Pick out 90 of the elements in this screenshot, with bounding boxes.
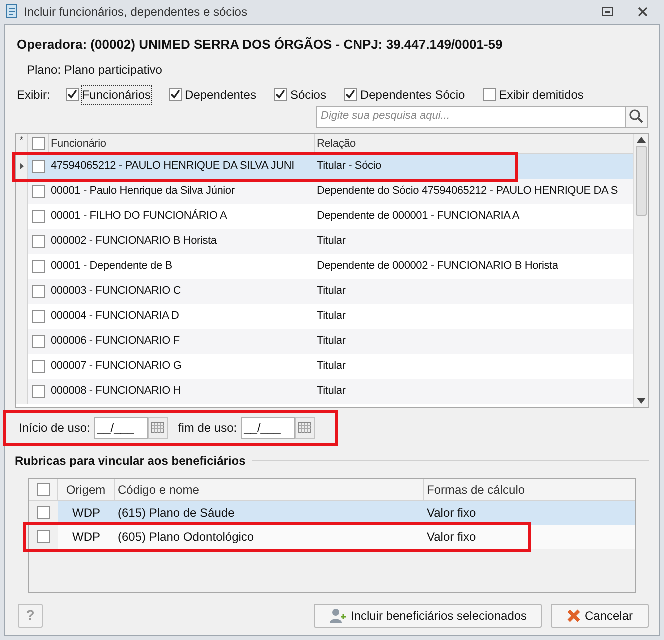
origin-cell-text: WDP bbox=[72, 504, 102, 522]
relation-cell: Titular bbox=[317, 384, 346, 397]
employee-row[interactable]: 000007 - FUNCIONARIO G Titular bbox=[16, 354, 633, 378]
checkbox[interactable] bbox=[274, 88, 288, 101]
employee-row[interactable]: 00001 - Dependente de B Dependente de 000002 - FUNCIONARIO B Horista bbox=[16, 254, 633, 278]
relation-cell: Titular bbox=[317, 360, 346, 372]
close-icon[interactable] bbox=[638, 7, 648, 17]
checkbox[interactable] bbox=[32, 384, 45, 398]
employee-name: 000008 - FUNCIONARIO H bbox=[51, 384, 182, 397]
employee-name: 47594065212 - PAULO HENRIQUE DA SILVA JUNI bbox=[51, 160, 294, 172]
row-pointer-icon bbox=[20, 162, 24, 170]
date-label: fim de uso: bbox=[178, 420, 238, 436]
employee-name: 000003 - FUNCIONARIO C bbox=[51, 284, 182, 297]
checkbox[interactable] bbox=[32, 360, 45, 372]
plano-label: Plano: Plano participativo bbox=[27, 62, 164, 78]
checkbox[interactable] bbox=[32, 136, 44, 150]
calendar-icon[interactable] bbox=[148, 416, 168, 438]
checkbox[interactable] bbox=[32, 334, 45, 348]
include-button[interactable]: Incluir beneficiários selecionados bbox=[314, 604, 542, 628]
calculation-cell-text: Valor fixo bbox=[426, 504, 478, 522]
checkbox[interactable] bbox=[32, 310, 45, 322]
employee-name: 000007 - FUNCIONARIO G bbox=[51, 360, 182, 372]
column-header[interactable]: Formas de cálculo bbox=[424, 478, 635, 500]
checkbox[interactable] bbox=[344, 88, 358, 101]
relation-cell: Titular bbox=[317, 234, 346, 247]
employee-row[interactable]: 47594065212 - PAULO HENRIQUE DA SILVA JUNI Titular - Sócio bbox=[16, 154, 633, 178]
checkbox[interactable] bbox=[483, 88, 496, 101]
employee-row[interactable]: 00001 - FILHO DO FUNCIONÁRIO A Dependente de 000001 - FUNCIONARIA A bbox=[16, 204, 633, 228]
relation-cell: Dependente de 000002 - FUNCIONARIO B Horista bbox=[317, 260, 558, 272]
calendar-icon[interactable] bbox=[295, 416, 316, 438]
calculation-cell-text: Valor fixo bbox=[426, 528, 478, 546]
relation-cell: Titular bbox=[317, 334, 346, 347]
checkbox[interactable] bbox=[66, 88, 80, 101]
employee-row[interactable]: 000003 - FUNCIONARIO C Titular bbox=[16, 278, 633, 304]
employee-row[interactable]: 000006 - FUNCIONARIO F Titular bbox=[16, 328, 633, 354]
employee-name: 00001 - Paulo Henrique da Silva Júnior bbox=[51, 184, 235, 197]
filter-option[interactable]: Dependentes bbox=[185, 86, 256, 104]
column-header[interactable]: Origem bbox=[58, 478, 115, 500]
rubrica-row[interactable]: WDP (605) Plano Odontológico Valor fixo bbox=[29, 524, 635, 548]
filter-label: Exibir: bbox=[17, 86, 50, 104]
checkbox[interactable] bbox=[37, 530, 50, 543]
checkbox[interactable] bbox=[32, 184, 45, 198]
code-name-cell-text: (615) Plano de Sáude bbox=[117, 504, 236, 522]
origin-cell-text: WDP bbox=[72, 528, 102, 546]
filter-option[interactable]: Dependentes Sócio bbox=[360, 86, 466, 104]
date-label: Início de uso: bbox=[19, 420, 90, 436]
relation-cell: Dependente do Sócio 47594065212 - PAULO HENRIQUE DA S bbox=[317, 184, 618, 197]
checkbox[interactable] bbox=[36, 482, 50, 496]
date-field[interactable]: __/___ bbox=[94, 416, 148, 438]
employee-name: 000006 - FUNCIONARIO F bbox=[51, 334, 180, 347]
checkbox[interactable] bbox=[32, 284, 45, 298]
window-icon bbox=[4, 4, 20, 20]
employee-name: 00001 - Dependente de B bbox=[51, 260, 172, 272]
restore-icon[interactable] bbox=[602, 7, 614, 17]
window-title: Incluir funcionários, dependentes e sócios bbox=[24, 4, 248, 21]
relation-cell: Dependente de 000001 - FUNCIONARIA A bbox=[317, 210, 520, 222]
checkbox[interactable] bbox=[37, 506, 50, 519]
column-header[interactable]: Relação bbox=[315, 134, 633, 152]
x-icon bbox=[566, 608, 581, 622]
code-name-cell-text: (605) Plano Odontológico bbox=[117, 528, 256, 546]
employee-row[interactable]: 000004 - FUNCIONARIA D Titular bbox=[16, 304, 633, 328]
scrollbar[interactable] bbox=[633, 134, 648, 406]
search-field[interactable]: Digite sua pesquisa aqui... bbox=[316, 106, 626, 128]
column-header[interactable]: Funcionário bbox=[49, 134, 315, 152]
filter-option[interactable]: Funcionários bbox=[82, 86, 152, 104]
checkbox[interactable] bbox=[169, 88, 182, 101]
checkbox[interactable] bbox=[32, 210, 45, 222]
filter-option[interactable]: Exibir demitidos bbox=[499, 86, 584, 104]
employee-name: 00001 - FILHO DO FUNCIONÁRIO A bbox=[51, 210, 228, 222]
search-icon[interactable] bbox=[629, 109, 644, 124]
relation-cell: Titular - Sócio bbox=[317, 160, 382, 172]
employee-row[interactable]: 000002 - FUNCIONARIO B Horista Titular bbox=[16, 228, 633, 254]
relation-cell: Titular bbox=[317, 284, 346, 297]
scroll-up-icon[interactable] bbox=[636, 136, 646, 142]
employee-row[interactable]: 000008 - FUNCIONARIO H Titular bbox=[16, 378, 633, 404]
employee-name: 000002 - FUNCIONARIO B Horista bbox=[51, 234, 217, 247]
relation-cell: Titular bbox=[317, 310, 346, 322]
employee-name: 000004 - FUNCIONARIA D bbox=[51, 310, 180, 322]
cancel-button[interactable]: Cancelar bbox=[551, 604, 649, 628]
checkbox[interactable] bbox=[32, 234, 45, 248]
checkbox[interactable] bbox=[32, 160, 45, 172]
operadora-label: Operadora: (00002) UNIMED SERRA DOS ÓRGÃOS - CNPJ: 39.447.149/0001-59 bbox=[17, 36, 504, 54]
column-header[interactable]: Código e nome bbox=[115, 478, 424, 500]
section-title: Rubricas para vincular aos beneficiários bbox=[15, 452, 246, 470]
date-field[interactable]: __/___ bbox=[241, 416, 296, 438]
checkbox[interactable] bbox=[32, 260, 45, 272]
scroll-down-icon[interactable] bbox=[636, 398, 646, 404]
add-person-icon bbox=[328, 608, 347, 624]
scrollbar-thumb[interactable] bbox=[636, 146, 646, 216]
filter-option[interactable]: Sócios bbox=[290, 86, 326, 104]
